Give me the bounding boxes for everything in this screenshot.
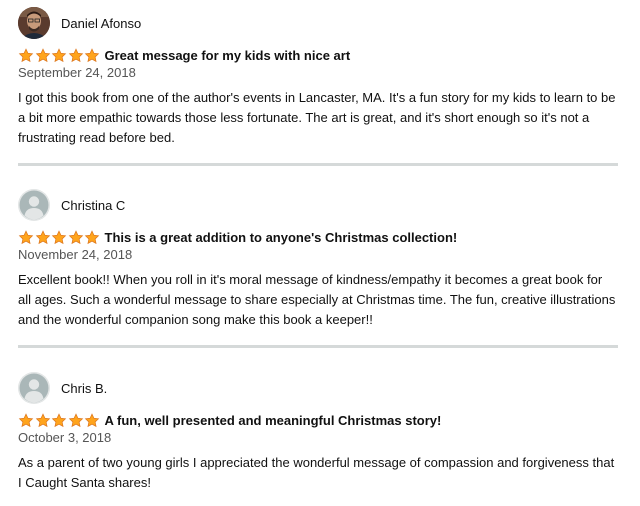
star-rating[interactable] bbox=[18, 229, 101, 245]
star-icon bbox=[35, 47, 50, 62]
review-date: October 3, 2018 bbox=[18, 430, 112, 445]
star-icon bbox=[84, 412, 100, 427]
review-author[interactable]: Chris B. bbox=[18, 371, 618, 405]
star-icon bbox=[84, 229, 100, 244]
review-divider bbox=[18, 345, 618, 348]
reviews-list: Daniel Afonso Great message for my kids … bbox=[0, 0, 640, 506]
star-icon bbox=[51, 412, 67, 427]
author-name[interactable]: Chris B. bbox=[61, 381, 107, 396]
star-icon bbox=[35, 229, 50, 244]
review-author[interactable]: Daniel Afonso bbox=[18, 6, 618, 40]
review-title[interactable]: Great message for my kids with nice art bbox=[105, 48, 351, 63]
avatar[interactable] bbox=[18, 372, 50, 404]
star-icon bbox=[68, 229, 83, 244]
review-body: Excellent book!! When you roll in it's m… bbox=[18, 272, 616, 327]
review-title[interactable]: This is a great addition to anyone's Chr… bbox=[105, 230, 458, 245]
review-title[interactable]: A fun, well presented and meaningful Chr… bbox=[105, 413, 442, 428]
star-rating[interactable] bbox=[18, 47, 101, 63]
star-icon bbox=[18, 229, 34, 244]
star-icon bbox=[35, 412, 50, 427]
rating-row: Great message for my kids with nice art bbox=[18, 46, 618, 64]
review-card: Daniel Afonso Great message for my kids … bbox=[18, 6, 618, 148]
default-user-icon bbox=[18, 372, 50, 404]
author-name[interactable]: Christina C bbox=[61, 198, 125, 213]
star-icon bbox=[51, 229, 67, 244]
profile-photo-icon bbox=[18, 7, 50, 39]
avatar[interactable] bbox=[18, 189, 50, 221]
review-author[interactable]: Christina C bbox=[18, 188, 618, 222]
review-divider bbox=[18, 163, 618, 166]
rating-row: This is a great addition to anyone's Chr… bbox=[18, 228, 618, 246]
star-icon bbox=[18, 412, 34, 427]
review-body: I got this book from one of the author's… bbox=[18, 90, 616, 145]
star-icon bbox=[51, 47, 67, 62]
review-body: As a parent of two young girls I appreci… bbox=[18, 455, 615, 490]
star-rating[interactable] bbox=[18, 412, 101, 428]
star-icon bbox=[68, 412, 83, 427]
review-card: Chris B. A fun, well presented and meani… bbox=[18, 371, 618, 493]
review-date: September 24, 2018 bbox=[18, 65, 136, 80]
author-name[interactable]: Daniel Afonso bbox=[61, 16, 141, 31]
star-icon bbox=[68, 47, 83, 62]
default-user-icon bbox=[18, 189, 50, 221]
review-card: Christina C This is a great addition to … bbox=[18, 188, 618, 330]
rating-row: A fun, well presented and meaningful Chr… bbox=[18, 411, 618, 429]
avatar[interactable] bbox=[18, 7, 50, 39]
star-icon bbox=[84, 47, 100, 62]
star-icon bbox=[18, 47, 34, 62]
review-date: November 24, 2018 bbox=[18, 247, 133, 262]
